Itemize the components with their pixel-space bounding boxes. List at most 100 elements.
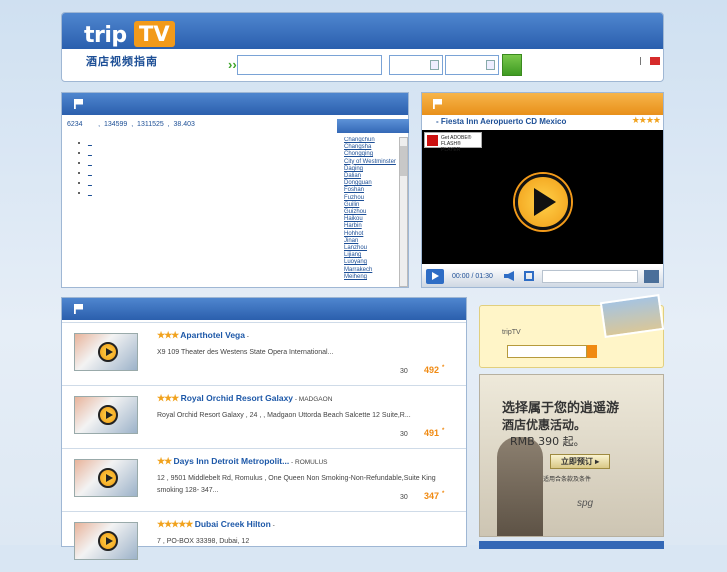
play-icon[interactable] [98, 531, 118, 551]
list-link[interactable]: _ [88, 159, 92, 166]
list-item: _ [88, 169, 92, 179]
city-link[interactable]: Dongguan [344, 180, 398, 187]
city-link[interactable]: Lijiang [344, 252, 398, 259]
star-rating: ★★★ [157, 330, 179, 340]
logo-trip[interactable]: trip [84, 23, 127, 48]
city-link[interactable]: Dalian [344, 173, 398, 180]
city-link[interactable]: Meiheng [344, 274, 398, 281]
list-link[interactable]: _ [88, 169, 92, 176]
city-link[interactable]: Guilin [344, 202, 398, 209]
play-icon[interactable] [98, 342, 118, 362]
city-link[interactable]: Hohhot [344, 231, 398, 238]
list-item: _ [88, 189, 92, 199]
list-link[interactable]: _ [88, 189, 92, 196]
hotel-name-text[interactable]: Days Inn Detroit Metropolit... [174, 456, 290, 466]
play-icon[interactable] [98, 405, 118, 425]
city-list-scrollbar[interactable] [399, 137, 408, 287]
hotel-name-text[interactable]: Aparthotel Vega [180, 330, 245, 340]
city-link[interactable]: Foshan [344, 187, 398, 194]
list-icon [74, 304, 83, 314]
site-header: trip TV 酒店视频指南 ››› [61, 12, 664, 82]
star-rating: ★★★★ [631, 115, 661, 125]
flash-player-badge[interactable]: Get ADOBE® FLASH® PLAYER [424, 132, 482, 153]
star-rating: ★★ [157, 456, 172, 466]
price-unit: * [442, 365, 445, 371]
video-hotel-title[interactable]: - Fiesta Inn Aeropuerto CD Mexico [436, 117, 566, 126]
city-link[interactable]: Marrakech [344, 267, 398, 274]
hotel-video-thumbnail[interactable] [74, 396, 138, 434]
flag-china-icon[interactable] [650, 57, 660, 65]
city-link[interactable]: Daqing [344, 166, 398, 173]
hotel-video-thumbnail[interactable] [74, 459, 138, 497]
hotel-name-text[interactable]: Royal Orchid Resort Galaxy [181, 393, 293, 403]
city-link[interactable]: Changsha [344, 144, 398, 151]
login-input[interactable] [507, 345, 587, 358]
hotel-price: 492 * [424, 365, 444, 375]
price-unit: * [442, 428, 445, 434]
fullscreen-icon[interactable] [524, 271, 534, 281]
price-value: 491 [424, 428, 440, 438]
video-player[interactable]: Get ADOBE® FLASH® PLAYER [422, 130, 663, 264]
hotel-name-text[interactable]: Dubai Creek Hilton [195, 519, 271, 529]
city-link[interactable]: Guizhou [344, 209, 398, 216]
ad-book-button[interactable]: 立即预订 ▸ [550, 454, 610, 469]
search-input[interactable] [237, 55, 382, 75]
video-time: 00:00 / 01:30 [452, 273, 493, 280]
city-link[interactable]: Luoyang [344, 259, 398, 266]
volume-icon[interactable] [504, 271, 514, 281]
hotel-location: - [270, 522, 275, 529]
hotel-name[interactable]: ★★★ Aparthotel Vega - [157, 330, 249, 341]
scrollbar-thumb[interactable] [400, 146, 407, 176]
star-rating: ★★★ [157, 393, 179, 403]
hotel-price: 347 * [424, 491, 444, 501]
hotel-name[interactable]: ★★★★★ Dubai Creek Hilton - [157, 519, 275, 530]
play-button[interactable] [426, 269, 444, 284]
price-unit: * [442, 491, 445, 497]
play-icon[interactable] [98, 468, 118, 488]
checkin-date-field[interactable] [389, 55, 443, 75]
hotel-row: ★★★ Aparthotel Vega - X9 109 Theater des… [62, 322, 466, 383]
ad-price: RMB 390 起。 [510, 435, 585, 448]
search-go-button[interactable] [502, 54, 522, 76]
list-item: _ [88, 159, 92, 169]
spg-advertisement[interactable]: 选择属于您的逍遥游 酒店优惠活动。 RMB 390 起。 立即预订 ▸ 适用合条… [479, 374, 664, 537]
list-item: _ [88, 149, 92, 159]
play-icon[interactable] [515, 174, 571, 230]
hotel-location: - ROMULUS [289, 459, 328, 466]
hotel-name[interactable]: ★★ Days Inn Detroit Metropolit... - ROMU… [157, 456, 328, 467]
logo-tv[interactable]: TV [134, 21, 175, 47]
list-item: _ [88, 179, 92, 189]
city-link[interactable]: Changchun [344, 137, 398, 144]
flag-english-icon[interactable] [640, 57, 647, 65]
list-link[interactable]: _ [88, 139, 92, 146]
city-link[interactable]: Chongqing [344, 151, 398, 158]
city-link[interactable]: Jinan [344, 238, 398, 245]
bullet-list: _ _ _ _ _ _ [78, 139, 92, 199]
hotel-count: 30 [400, 431, 408, 438]
star-rating: ★★★★★ [157, 519, 193, 529]
price-value: 347 [424, 491, 440, 501]
city-link[interactable]: Harbin [344, 223, 398, 230]
hotel-video-thumbnail[interactable] [74, 522, 138, 560]
hotel-price: 491 * [424, 428, 444, 438]
checkout-date-field[interactable] [445, 55, 499, 75]
hotel-name[interactable]: ★★★ Royal Orchid Resort Galaxy - MADGAON [157, 393, 332, 404]
city-link[interactable]: Lanzhou [344, 245, 398, 252]
hotels-panel: ★★★ Aparthotel Vega - X9 109 Theater des… [61, 297, 467, 560]
calendar-icon[interactable] [486, 60, 495, 70]
ad-couple-image [497, 437, 543, 536]
city-link[interactable]: Haikou [344, 216, 398, 223]
flag-icon [433, 99, 442, 109]
city-link[interactable]: City of Westminster [344, 159, 398, 166]
ad-footer-bar [479, 541, 664, 549]
list-link[interactable]: _ [88, 149, 92, 156]
login-button[interactable] [587, 345, 597, 358]
player-menu-button[interactable] [644, 270, 659, 283]
hotel-description: X9 109 Theater des Westens State Opera I… [157, 349, 334, 356]
list-link[interactable]: _ [88, 179, 92, 186]
city-link[interactable]: Fuzhou [344, 195, 398, 202]
hotels-panel-header [62, 298, 466, 320]
seek-bar[interactable] [542, 270, 638, 283]
hotel-video-thumbnail[interactable] [74, 333, 138, 371]
calendar-icon[interactable] [430, 60, 439, 70]
